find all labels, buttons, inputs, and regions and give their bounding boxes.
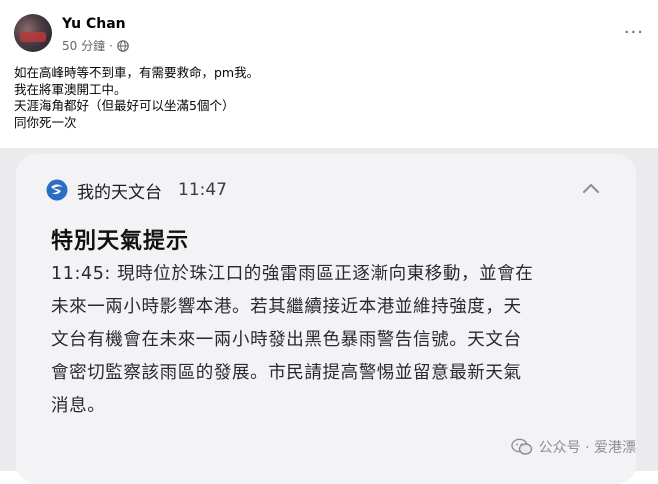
watermark-text: 公众号 · 爱港漂 bbox=[538, 440, 636, 456]
post-time[interactable]: 50 分鐘 bbox=[62, 37, 105, 54]
app-name: 我的天文台 bbox=[77, 182, 162, 203]
post-header: Yu Chan 50 分鐘 · ··· bbox=[14, 14, 644, 56]
alert-body-line: 消息。 bbox=[51, 396, 106, 416]
post-text: 如在高峰時等不到車，有需要救命，pm我。 我在將軍澳開工中。 天涯海角都好（但最… bbox=[14, 65, 644, 131]
meta-separator: · bbox=[109, 38, 113, 53]
more-options-icon[interactable]: ··· bbox=[624, 24, 644, 42]
notification-time: 11:47 bbox=[178, 180, 227, 200]
hko-logo-icon bbox=[46, 179, 68, 201]
notification-card: 我的天文台 11:47 特別天氣提示 11:45: 現時位於珠江口的強雷雨區正逐… bbox=[16, 154, 636, 484]
wechat-icon bbox=[510, 438, 532, 455]
globe-icon bbox=[117, 39, 129, 52]
post-line: 如在高峰時等不到車，有需要救命，pm我。 bbox=[14, 65, 260, 80]
chevron-up-icon[interactable] bbox=[582, 182, 600, 194]
alert-body-line: 11:45: 現時位於珠江口的強雷雨區正逐漸向東移動，並會在 bbox=[51, 264, 534, 284]
watermark: 公众号 · 爱港漂 bbox=[510, 437, 636, 457]
alert-body-line: 未來一兩小時影響本港。若其繼續接近本港並維持強度，天 bbox=[51, 297, 522, 317]
alert-title: 特別天氣提示 bbox=[51, 229, 190, 254]
avatar[interactable] bbox=[14, 14, 52, 52]
alert-body-line: 文台有機會在未來一兩小時發出黑色暴雨警告信號。天文台 bbox=[51, 330, 522, 350]
alert-body-line: 會密切監察該雨區的發展。市民請提高警惕並留意最新天氣 bbox=[51, 363, 522, 383]
post-image[interactable]: 我的天文台 11:47 特別天氣提示 11:45: 現時位於珠江口的強雷雨區正逐… bbox=[0, 148, 658, 484]
notification-header: 我的天文台 11:47 bbox=[46, 178, 227, 203]
post-line: 天涯海角都好（但最好可以坐滿5個个） bbox=[14, 98, 235, 113]
alert-body: 11:45: 現時位於珠江口的強雷雨區正逐漸向東移動，並會在 未來一兩小時影響本… bbox=[51, 258, 611, 423]
post-meta: 50 分鐘 · bbox=[62, 37, 129, 54]
post-line: 我在將軍澳開工中。 bbox=[14, 81, 127, 97]
author-name[interactable]: Yu Chan bbox=[62, 16, 126, 32]
post-line: 同你死一次 bbox=[14, 114, 77, 130]
